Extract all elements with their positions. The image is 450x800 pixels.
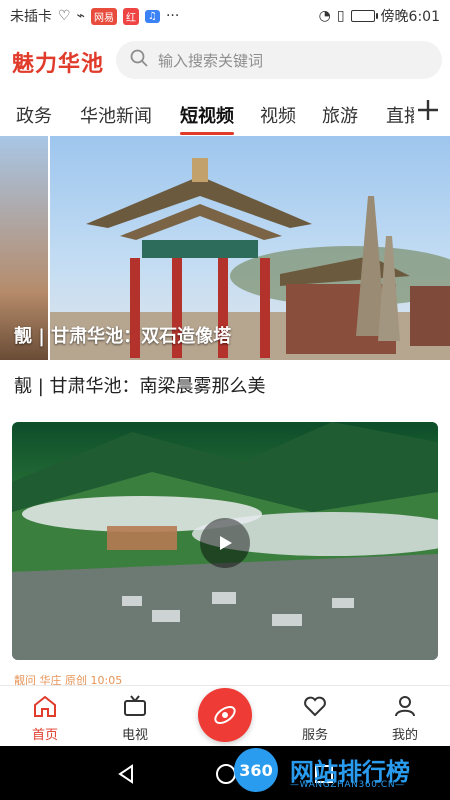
system-navigation-bar: 360 网站排行榜 —WANGZHAN360.CN—	[0, 746, 450, 800]
user-icon	[395, 696, 415, 717]
nav-tv[interactable]: 电视	[100, 694, 170, 743]
search-bar[interactable]: 输入搜索关键词	[116, 41, 442, 79]
home-icon	[34, 695, 56, 717]
usb-icon: ⌁	[76, 8, 85, 24]
wifi-icon: ◔	[318, 8, 331, 24]
search-placeholder: 输入搜索关键词	[158, 51, 264, 70]
heart-icon	[304, 696, 326, 717]
status-left: 未插卡 ♡ ⌁ 网易 红 ♫ ···	[10, 6, 179, 26]
nav-service-label: 服务	[301, 728, 328, 743]
clock-text: 傍晚6:01	[380, 9, 440, 25]
nav-home-label: 首页	[31, 728, 58, 743]
tab-huachi-news[interactable]: 华池新闻	[80, 102, 152, 128]
add-tab-icon[interactable]	[414, 96, 442, 124]
tab-short-video[interactable]: 短视频	[180, 102, 234, 128]
tab-government[interactable]: 政务	[16, 102, 52, 128]
tab-active-indicator	[180, 132, 234, 135]
bottom-navigation: 首页 电视 服务 我的	[0, 686, 450, 746]
music-icon: ♫	[145, 9, 160, 23]
status-bar: 未插卡 ♡ ⌁ 网易 红 ♫ ··· ◔ ▯ 傍晚6:01	[0, 0, 450, 32]
tab-video[interactable]: 视频	[260, 102, 296, 128]
watermark-360-icon: 360	[234, 748, 278, 792]
play-button[interactable]	[200, 518, 250, 568]
app-badge-2: 红	[123, 7, 139, 25]
nav-mine-label: 我的	[391, 728, 418, 743]
status-right: ◔ ▯ 傍晚6:01	[319, 6, 440, 26]
center-action-button[interactable]	[198, 688, 252, 742]
video-feed: 靓 | 甘肃华池：双石造像塔 靓 | 甘肃华池：南梁晨雾那么美 靓问 华庄 原创…	[0, 136, 450, 686]
battery-icon	[350, 10, 378, 22]
app-badge-1: 网易	[91, 7, 117, 25]
tab-live[interactable]: 直播	[386, 102, 414, 128]
watermark-subtitle: —WANGZHAN360.CN—	[290, 780, 405, 790]
more-dots-icon: ···	[165, 8, 180, 24]
tab-travel[interactable]: 旅游	[322, 102, 358, 128]
carousel-caption: 靓 | 甘肃华池：双石造像塔	[14, 326, 232, 347]
back-icon[interactable]	[112, 760, 140, 788]
nav-mine[interactable]: 我的	[370, 694, 440, 743]
play-icon	[220, 536, 232, 550]
app-header: 魅力华池 输入搜索关键词	[0, 32, 450, 90]
carousel-current-slide[interactable]: 靓 | 甘肃华池：双石造像塔	[14, 136, 450, 360]
nav-service[interactable]: 服务	[280, 694, 350, 743]
brand-logo: 魅力华池	[12, 52, 105, 77]
nav-home[interactable]: 首页	[10, 694, 80, 743]
heart-status-icon: ♡	[58, 8, 71, 24]
carrier-text: 未插卡	[10, 9, 52, 25]
nav-tv-label: 电视	[121, 728, 148, 743]
video-meta-cutoff: 靓问 华庄 原创 10:05	[14, 674, 123, 686]
video-thumbnail[interactable]	[12, 422, 438, 660]
watermark-logo: 360 网站排行榜 —WANGZHAN360.CN—	[234, 748, 444, 798]
sim-icon: ▯	[336, 8, 345, 24]
video-title[interactable]: 靓 | 甘肃华池：南梁晨雾那么美	[14, 372, 266, 398]
category-tabs: 政务 华池新闻 短视频 视频 旅游 直播	[0, 90, 450, 136]
shuttle-icon	[214, 706, 236, 724]
search-icon	[130, 49, 148, 71]
banner-carousel[interactable]: 靓 | 甘肃华池：双石造像塔	[0, 136, 450, 360]
tv-icon	[124, 695, 146, 716]
